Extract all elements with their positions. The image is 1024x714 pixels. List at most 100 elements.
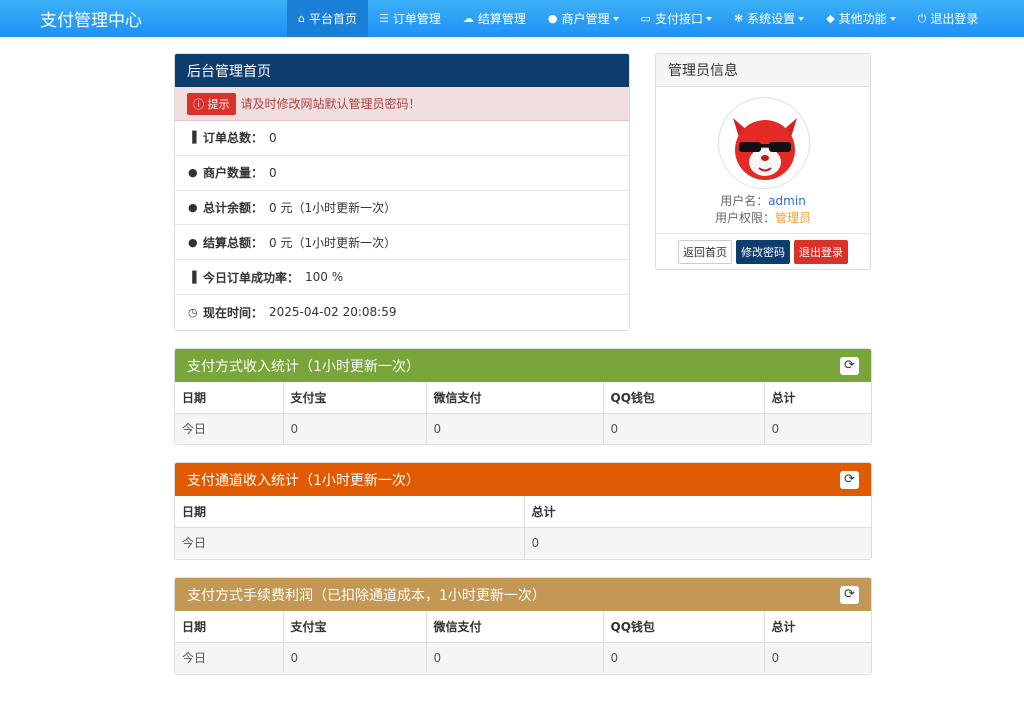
nav-item-settlement[interactable]: ☁ 结算管理 — [452, 0, 537, 37]
table-row: 今日 0 0 0 0 — [175, 642, 871, 673]
column-header: 日期 — [175, 382, 284, 414]
table-cell: 今日 — [175, 527, 525, 558]
table-row: 今日 0 0 0 0 — [175, 413, 871, 444]
stat-value: 100 % — [305, 270, 344, 285]
nav-label: 其他功能 — [838, 12, 887, 26]
column-header: 总计 — [764, 611, 871, 643]
stat-row-merchants: ● 商户数量： 0 — [175, 156, 629, 191]
panel-title: 支付方式手续费利润（已扣除通道成本，1小时更新一次） — [187, 587, 546, 604]
stat-row-success-rate: ▐ 今日订单成功率： 100 % — [175, 260, 629, 295]
stat-value: 0 — [269, 130, 277, 145]
refresh-icon[interactable]: ⟳ — [840, 585, 859, 604]
role-value: 管理员 — [775, 211, 812, 225]
panel-heading: 支付通道收入统计（1小时更新一次） ⟳ — [175, 463, 871, 496]
alert-tag-label: 提示 — [207, 97, 230, 111]
column-header: 微信支付 — [426, 611, 604, 643]
brand-title[interactable]: 支付管理中心 — [40, 6, 142, 31]
back-home-button[interactable]: 返回首页 — [678, 239, 732, 264]
stat-value: 0 元（1小时更新一次） — [269, 235, 397, 250]
avatar — [718, 97, 810, 189]
column-header: 支付宝 — [283, 382, 427, 414]
nav-item-merchants[interactable]: ● 商户管理 — [537, 0, 630, 37]
main-nav: ⌂ 平台首页 ☰ 订单管理 ☁ 结算管理 ● 商户管理 ▭ 支付接口 ✻ 系统设… — [287, 0, 989, 37]
refresh-icon[interactable]: ⟳ — [840, 356, 859, 375]
column-header: 微信支付 — [426, 382, 604, 414]
drop-icon: ● — [188, 166, 198, 180]
column-header: 支付宝 — [283, 611, 427, 643]
fee-profit-stats-table: 日期 支付宝 微信支付 QQ钱包 总计 今日 0 0 0 0 — [175, 611, 871, 673]
nav-label: 结算管理 — [477, 12, 526, 26]
bar-chart-icon: ▐ — [188, 270, 197, 284]
table-cell: 0 — [283, 413, 427, 444]
bar-chart-icon: ▐ — [188, 131, 197, 145]
panel-title: 支付通道收入统计（1小时更新一次） — [187, 472, 420, 489]
clock-icon: ◷ — [188, 305, 198, 319]
username-value: admin — [768, 194, 806, 208]
stat-row-time: ◷ 现在时间： 2025-04-02 20:08:59 — [175, 295, 629, 330]
nav-item-logout[interactable]: ⏻ 退出登录 — [907, 0, 990, 37]
cloud-icon: ☁ — [462, 12, 474, 25]
nav-item-payment-api[interactable]: ▭ 支付接口 — [630, 0, 723, 37]
change-password-button[interactable]: 修改密码 — [736, 239, 790, 264]
channel-stats-table: 日期 总计 今日 0 — [175, 496, 871, 558]
nav-item-home[interactable]: ⌂ 平台首页 — [287, 0, 368, 37]
card-icon: ▭ — [640, 12, 651, 25]
stat-row-balance: ● 总计余额： 0 元（1小时更新一次） — [175, 191, 629, 226]
nav-item-orders[interactable]: ☰ 订单管理 — [368, 0, 452, 37]
chevron-down-icon — [612, 16, 619, 21]
panel-heading: 支付方式手续费利润（已扣除通道成本，1小时更新一次） ⟳ — [175, 578, 871, 611]
top-navbar: 支付管理中心 ⌂ 平台首页 ☰ 订单管理 ☁ 结算管理 ● 商户管理 ▭ 支付接… — [0, 0, 1024, 37]
table-header-row: 日期 总计 — [175, 496, 871, 528]
panel-title: 支付方式收入统计（1小时更新一次） — [187, 358, 420, 375]
table-cell: 0 — [283, 642, 427, 673]
column-header: 日期 — [175, 611, 284, 643]
channel-stats-panel: 支付通道收入统计（1小时更新一次） ⟳ 日期 总计 今日 0 — [174, 462, 872, 560]
stat-label: 现在时间： — [203, 305, 264, 320]
table-cell: 今日 — [175, 413, 284, 444]
column-header: 总计 — [764, 382, 871, 414]
table-cell: 0 — [603, 642, 765, 673]
table-cell: 0 — [764, 642, 871, 673]
home-icon: ⌂ — [298, 12, 305, 25]
nav-label: 退出登录 — [930, 12, 979, 26]
refresh-icon[interactable]: ⟳ — [840, 470, 859, 489]
alert-password: ⓘ 提示 请及时修改网站默认管理员密码！ — [175, 87, 629, 121]
stat-row-orders: ▐ 订单总数： 0 — [175, 121, 629, 156]
column-header: QQ钱包 — [603, 382, 765, 414]
chevron-down-icon — [798, 16, 805, 21]
logout-button[interactable]: 退出登录 — [794, 239, 848, 264]
pay-method-stats-panel: 支付方式收入统计（1小时更新一次） ⟳ 日期 支付宝 微信支付 QQ钱包 总计 … — [174, 348, 872, 445]
table-cell: 0 — [603, 413, 765, 444]
nav-label: 支付接口 — [654, 12, 703, 26]
alert-text: 请及时修改网站默认管理员密码！ — [240, 97, 421, 111]
stat-value: 0 — [269, 165, 277, 180]
panel-heading: 后台管理首页 — [175, 54, 629, 87]
nav-label: 订单管理 — [392, 12, 441, 26]
cube-icon: ◆ — [826, 12, 835, 25]
nav-item-other[interactable]: ◆ 其他功能 — [815, 0, 906, 37]
admin-actions: 返回首页 修改密码 退出登录 — [656, 233, 870, 269]
admin-info-panel: 管理员信息 用户名：admin 用户权限：管理员 返回首页 修改密码 退出登录 — [655, 53, 871, 270]
drop-icon: ● — [188, 200, 198, 214]
column-header: 日期 — [175, 496, 525, 528]
table-cell: 0 — [426, 642, 604, 673]
power-icon: ⏻ — [917, 11, 927, 25]
chevron-down-icon — [889, 16, 896, 21]
stat-label: 商户数量： — [203, 166, 264, 181]
stat-label: 今日订单成功率： — [203, 270, 300, 285]
admin-role: 用户权限：管理员 — [656, 209, 870, 226]
home-panel: 后台管理首页 ⓘ 提示 请及时修改网站默认管理员密码！ ▐ 订单总数： 0 ● … — [174, 53, 630, 331]
panel-heading: 管理员信息 — [656, 54, 870, 87]
panel-title: 后台管理首页 — [187, 63, 271, 80]
username-label: 用户名： — [720, 194, 769, 208]
table-header-row: 日期 支付宝 微信支付 QQ钱包 总计 — [175, 382, 871, 414]
stat-label: 订单总数： — [203, 131, 264, 146]
nav-label: 商户管理 — [561, 12, 610, 26]
list-icon: ☰ — [379, 12, 389, 25]
nav-label: 系统设置 — [747, 12, 796, 26]
admin-username: 用户名：admin — [656, 192, 870, 209]
stat-value: 2025-04-02 20:08:59 — [269, 305, 397, 320]
chevron-down-icon — [705, 16, 712, 21]
table-row: 今日 0 — [175, 527, 871, 558]
nav-item-system-settings[interactable]: ✻ 系统设置 — [723, 0, 815, 37]
